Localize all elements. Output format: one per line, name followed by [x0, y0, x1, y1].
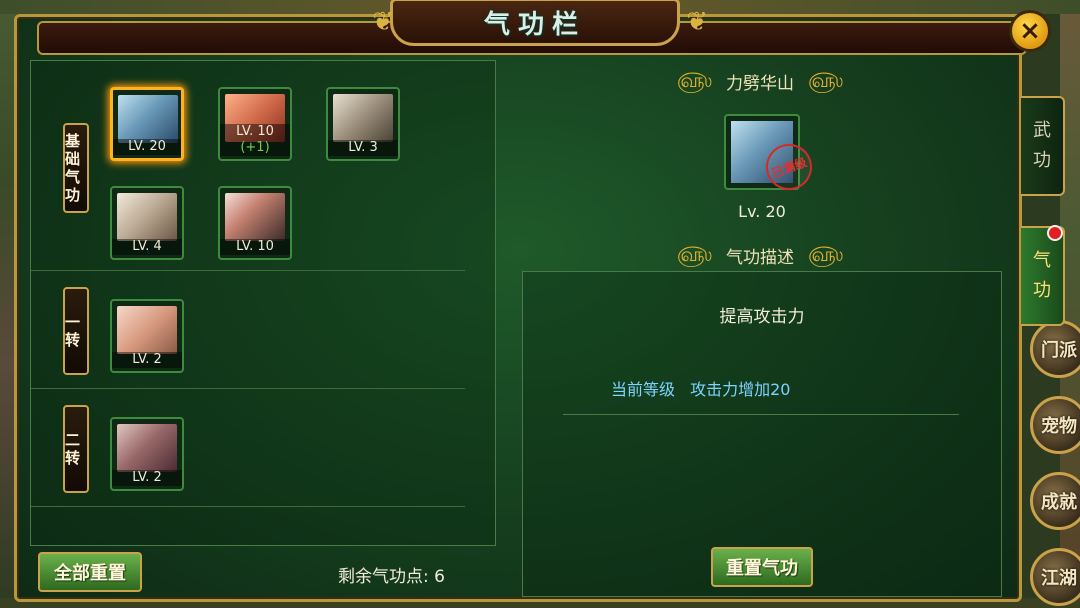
right-ornament-icon: ❦ [686, 7, 708, 37]
beast-icon [117, 193, 177, 241]
sect-menu-button[interactable]: 门派 [1030, 320, 1080, 378]
skill-slot-basic-2[interactable]: LV. 10 (+1) [218, 87, 292, 161]
skill-name: 力劈华山 [726, 73, 794, 94]
section-second-rebirth: 二转 LV. 2 [31, 389, 465, 507]
reset-qigong-button[interactable]: 重置气功 [711, 547, 813, 587]
cloud-ornament-icon: ௵ [676, 241, 712, 266]
description-divider [563, 414, 959, 415]
pet-menu-button[interactable]: 宠物 [1030, 396, 1080, 454]
section-label-first-rebirth: 一转 [63, 287, 89, 375]
scroll-icon [333, 94, 393, 142]
hero-portrait-icon [225, 193, 285, 241]
section-divider [31, 506, 465, 507]
reset-all-button[interactable]: 全部重置 [38, 552, 142, 592]
blade-icon [117, 424, 177, 472]
close-icon: × [1019, 16, 1041, 46]
tab-martial-arts[interactable]: 武 功 [1021, 96, 1065, 196]
selected-skill-icon: 已满级 [724, 114, 819, 197]
section-label-basic: 基础气功 [63, 123, 89, 213]
section-basic-qigong: 基础气功 LV. 20 LV. 10 (+1) LV. 3 LV. 4 LV. … [31, 61, 465, 271]
skill-slot-basic-5[interactable]: LV. 10 [218, 186, 292, 260]
section-label-second-rebirth: 二转 [63, 405, 89, 493]
remaining-points: 剩余气功点: 6 [338, 567, 445, 587]
level-bonus: (+1) [240, 140, 270, 155]
cloud-ornament-icon: ௵ [808, 241, 844, 266]
skill-slot-first-rebirth-1[interactable]: LV. 2 [110, 299, 184, 373]
close-button[interactable]: × [1009, 10, 1051, 52]
window-title: 气功栏 [483, 9, 586, 40]
current-level-effect: 当前等级 攻击力增加20 [611, 380, 791, 399]
title-plate: 气功栏 [390, 0, 680, 46]
description-title: 提高攻击力 [719, 307, 805, 327]
skill-slot-basic-1[interactable]: LV. 20 [110, 87, 184, 161]
skill-slot-second-rebirth-1[interactable]: LV. 2 [110, 417, 184, 491]
cloud-ornament-icon: ௵ [676, 67, 712, 92]
palm-icon [117, 306, 177, 354]
selected-skill-level: Lv. 20 [738, 202, 786, 221]
achievement-menu-button[interactable]: 成就 [1030, 472, 1080, 530]
tab-qigong[interactable]: 气 功 [1021, 226, 1065, 326]
left-ornament-icon: ❦ [372, 7, 394, 37]
skill-slot-basic-3[interactable]: LV. 3 [326, 87, 400, 161]
skill-name-header: ௵ 力劈华山 ௵ [600, 68, 920, 94]
fist-chain-icon [118, 95, 178, 143]
skill-slot-basic-4[interactable]: LV. 4 [110, 186, 184, 260]
notification-badge [1047, 225, 1063, 241]
skill-grid-panel: 基础气功 LV. 20 LV. 10 (+1) LV. 3 LV. 4 LV. … [30, 60, 496, 546]
cloud-ornament-icon: ௵ [808, 67, 844, 92]
description-header: ௵ 气功描述 ௵ [676, 241, 844, 268]
section-first-rebirth: 一转 LV. 2 [31, 271, 465, 389]
jianghu-menu-button[interactable]: 江湖 [1030, 548, 1080, 606]
